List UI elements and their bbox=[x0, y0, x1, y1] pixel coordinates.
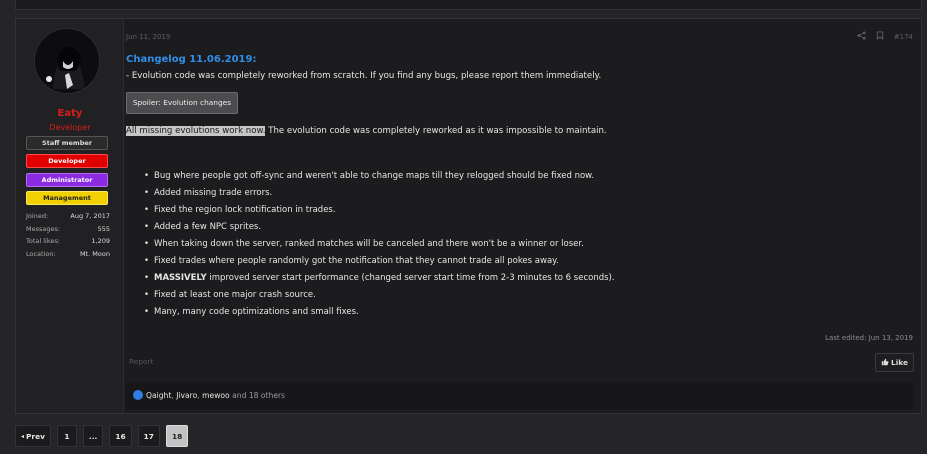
reaction-user[interactable]: Qaight bbox=[146, 391, 171, 400]
list-item: Bug where people got off-sync and weren'… bbox=[144, 170, 615, 187]
list-item-text: improved server start performance (chang… bbox=[206, 273, 615, 283]
post-date[interactable]: Jun 11, 2019 bbox=[126, 33, 170, 41]
chevron-left-icon: ◂ bbox=[21, 432, 25, 440]
last-edited: Last edited: Jun 13, 2019 bbox=[825, 334, 913, 342]
avatar-image bbox=[35, 29, 99, 93]
page-button-18-current[interactable]: 18 bbox=[165, 425, 189, 447]
user-title: Developer bbox=[49, 123, 91, 132]
page-button-17[interactable]: 17 bbox=[137, 425, 160, 447]
list-item-text: Fixed at least one major crash source. bbox=[154, 290, 316, 300]
stat-label: Joined: bbox=[26, 212, 49, 220]
changes-list: Bug where people got off-sync and weren'… bbox=[144, 170, 615, 323]
list-item: Added missing trade errors. bbox=[144, 187, 615, 204]
list-item-text: Fixed the region lock notification in tr… bbox=[154, 205, 336, 215]
prev-page-button[interactable]: ◂ Prev bbox=[15, 425, 51, 447]
stat-label: Messages: bbox=[26, 224, 61, 233]
banner-staff-member: Staff member bbox=[26, 136, 108, 150]
post-actions: #174 bbox=[857, 31, 913, 42]
list-item: Many, many code optimizations and small … bbox=[144, 306, 615, 323]
stat-value[interactable]: Mt. Moon bbox=[80, 248, 110, 261]
summary-highlight: All missing evolutions work now. bbox=[126, 126, 266, 136]
list-item-text: Added a few NPC sprites. bbox=[154, 222, 262, 232]
user-info-panel: Eaty Developer Staff member Developer Ad… bbox=[16, 19, 124, 413]
list-item-text: Added missing trade errors. bbox=[154, 188, 273, 198]
list-item-text: Many, many code optimizations and small … bbox=[154, 307, 359, 317]
list-item: Added a few NPC sprites. bbox=[144, 221, 615, 238]
pagination: ◂ Prev 1 ... 16 17 18 bbox=[15, 425, 189, 447]
reaction-user[interactable]: mewoo bbox=[202, 391, 230, 400]
list-item: MASSIVELY improved server start performa… bbox=[144, 272, 615, 289]
share-icon[interactable] bbox=[857, 31, 866, 42]
like-button[interactable]: Like bbox=[875, 353, 914, 372]
banner-administrator: Administrator bbox=[26, 173, 108, 187]
stat-location: Location: Mt. Moon bbox=[26, 248, 110, 261]
user-avatar[interactable] bbox=[34, 28, 100, 94]
banner-developer: Developer bbox=[26, 154, 108, 168]
username[interactable]: Eaty bbox=[16, 108, 124, 119]
summary-text: All missing evolutions work now. The evo… bbox=[126, 126, 607, 136]
user-stats: Joined: Aug 7, 2017 Messages: 555 Total … bbox=[26, 210, 110, 260]
banner-management: Management bbox=[26, 191, 108, 205]
thumbs-up-icon bbox=[881, 358, 889, 366]
stat-label: Total likes: bbox=[26, 237, 60, 245]
forum-post: Eaty Developer Staff member Developer Ad… bbox=[15, 18, 922, 414]
bookmark-icon[interactable] bbox=[876, 31, 884, 42]
page-button-1[interactable]: 1 bbox=[56, 425, 77, 447]
list-item-text: Bug where people got off-sync and weren'… bbox=[154, 171, 595, 181]
list-item-text: When taking down the server, ranked matc… bbox=[154, 239, 584, 249]
stat-total-likes: Total likes: 1,209 bbox=[26, 235, 110, 248]
list-item: When taking down the server, ranked matc… bbox=[144, 238, 615, 255]
stat-value: 1,209 bbox=[91, 237, 110, 245]
like-label: Like bbox=[891, 358, 908, 367]
reactions-bar: Qaight, Jivaro, mewoo and 18 others bbox=[126, 383, 913, 409]
reaction-others[interactable]: and 18 others bbox=[232, 391, 285, 400]
stat-joined: Joined: Aug 7, 2017 bbox=[26, 210, 110, 223]
prev-label: Prev bbox=[26, 431, 45, 441]
list-item-bold: MASSIVELY bbox=[154, 273, 207, 283]
list-item: Fixed the region lock notification in tr… bbox=[144, 204, 615, 221]
summary-rest: The evolution code was completely rework… bbox=[265, 126, 607, 136]
stat-messages: Messages: 555 bbox=[26, 223, 110, 236]
post-content: Jun 11, 2019 #174 Changelog 11.06.2019: … bbox=[126, 19, 921, 413]
changelog-title: Changelog 11.06.2019: bbox=[126, 54, 257, 65]
intro-text: - Evolution code was completely reworked… bbox=[126, 71, 602, 81]
stat-label: Location: bbox=[26, 249, 56, 258]
page-jump-ellipsis[interactable]: ... bbox=[82, 425, 104, 447]
previous-post-footer bbox=[15, 0, 922, 10]
post-number[interactable]: #174 bbox=[894, 33, 913, 41]
list-item: Fixed trades where people randomly got t… bbox=[144, 255, 615, 272]
spoiler-button[interactable]: Spoiler: Evolution changes bbox=[126, 92, 238, 114]
like-reaction-icon bbox=[133, 390, 143, 400]
page-button-16[interactable]: 16 bbox=[109, 425, 132, 447]
list-item: Fixed at least one major crash source. bbox=[144, 289, 615, 306]
report-link[interactable]: Report bbox=[129, 357, 154, 366]
stat-value: Aug 7, 2017 bbox=[70, 212, 110, 220]
reaction-user[interactable]: Jivaro bbox=[176, 391, 197, 400]
stat-value: 555 bbox=[97, 224, 110, 233]
list-item-text: Fixed trades where people randomly got t… bbox=[154, 256, 559, 266]
